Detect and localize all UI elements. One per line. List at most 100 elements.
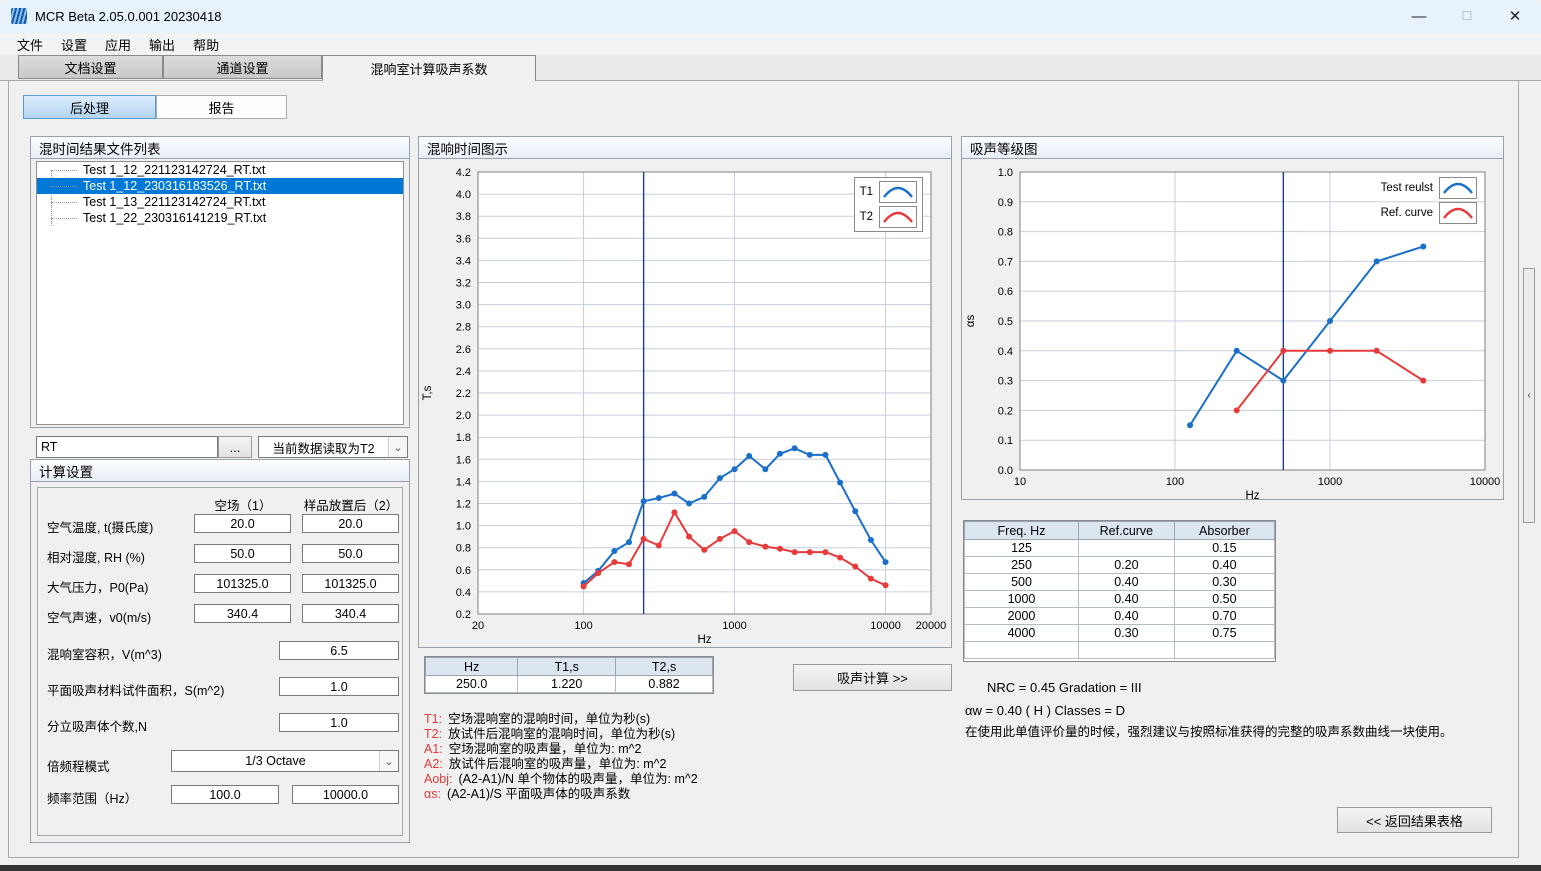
table-row: 2500.200.40 (965, 557, 1275, 574)
freq-max-input[interactable] (292, 785, 399, 804)
svg-text:3.8: 3.8 (456, 211, 471, 223)
svg-text:2.0: 2.0 (456, 410, 471, 422)
rt-result-table: HzT1,sT2,s250.01.2200.882 (425, 657, 713, 693)
menu-item-输出[interactable]: 输出 (140, 33, 184, 56)
freq-min-input[interactable] (171, 785, 279, 804)
table-cell: 0.40 (1174, 557, 1274, 574)
note-text: (A2-A1)/S 平面吸声体的吸声系数 (447, 787, 630, 801)
menu-item-设置[interactable]: 设置 (52, 33, 96, 56)
svg-text:0.8: 0.8 (998, 227, 1013, 239)
table-row: 20000.400.70 (965, 608, 1275, 625)
tab-strip: 文档设置通道设置混响室计算吸声系数 (0, 55, 1541, 81)
file-item[interactable]: Test 1_12_230316183526_RT.txt (37, 178, 403, 194)
table-cell: 1000 (965, 591, 1079, 608)
table-cell: 0.40 (1078, 574, 1174, 591)
note-text: 空场混响室的混响时间，单位为秒(s) (448, 712, 650, 726)
svg-text:Hz: Hz (1245, 490, 1259, 499)
tab-postprocess[interactable]: 后处理 (23, 95, 156, 119)
note-line: Aobj:(A2-A1)/N 单个物体的吸声量，单位为: m^2 (424, 772, 698, 787)
table-cell: 0.70 (1174, 608, 1274, 625)
data-read-dropdown[interactable]: 当前数据读取为T2 ⌄ (258, 436, 408, 458)
table-cell: 0.75 (1174, 625, 1274, 642)
table-row: 125 0.15 (965, 540, 1275, 557)
svg-text:3.4: 3.4 (456, 255, 471, 267)
header-row: Freq. HzRef.curveAbsorber (965, 522, 1275, 540)
file-item[interactable]: Test 1_22_230316141219_RT.txt (37, 210, 403, 226)
svg-text:αs: αs (965, 315, 977, 328)
table-cell (1078, 540, 1174, 557)
file-item[interactable]: Test 1_13_221123142724_RT.txt (37, 194, 403, 210)
chart-legend: Test reulstRef. curve (1381, 177, 1477, 224)
menu-item-应用[interactable]: 应用 (96, 33, 140, 56)
table-row: 10000.400.50 (965, 591, 1275, 608)
rt-name-input[interactable] (36, 436, 218, 458)
legend-curve-icon (879, 181, 917, 203)
table-row (965, 642, 1275, 659)
field-label: 大气压力，P0(Pa) (47, 577, 148, 596)
table-cell (1078, 642, 1174, 659)
svg-text:4.0: 4.0 (456, 189, 471, 201)
back-to-results-button[interactable]: << 返回结果表格 (1337, 807, 1492, 833)
svg-text:3.0: 3.0 (456, 300, 471, 312)
field-input[interactable] (194, 514, 291, 533)
field-input[interactable] (194, 604, 291, 623)
svg-text:100: 100 (574, 620, 592, 632)
table-cell: 0.40 (1078, 608, 1174, 625)
panel-title: 混响时间图示 (419, 137, 951, 159)
menu-bar: 文件设置应用输出帮助 (0, 33, 1541, 55)
tab-3[interactable]: 混响室计算吸声系数 (322, 55, 536, 81)
note-key: T2: (424, 727, 442, 741)
note-key: T1: (424, 712, 442, 726)
maximize-button[interactable]: ☐ (1446, 0, 1488, 32)
rt-result-table-wrap: HzT1,sT2,s250.01.2200.882 (424, 656, 714, 694)
close-button[interactable]: ✕ (1494, 0, 1536, 32)
legend-label: Test reulst (1381, 182, 1433, 194)
menu-item-文件[interactable]: 文件 (8, 33, 52, 56)
tab-report[interactable]: 报告 (156, 95, 287, 119)
field-input[interactable] (194, 544, 291, 563)
field-input[interactable] (279, 677, 399, 696)
table-cell: 250.0 (426, 676, 518, 693)
svg-text:20000: 20000 (916, 620, 947, 632)
collapse-panel-button[interactable]: ‹ (1523, 268, 1535, 523)
svg-text:1.8: 1.8 (456, 432, 471, 444)
table-row: 5000.400.30 (965, 574, 1275, 591)
legend-curve-icon (1439, 177, 1477, 199)
file-list[interactable]: Test 1_12_221123142724_RT.txtTest 1_12_2… (36, 161, 404, 425)
svg-text:4.2: 4.2 (456, 167, 471, 179)
file-item[interactable]: Test 1_12_221123142724_RT.txt (37, 162, 403, 178)
menu-item-帮助[interactable]: 帮助 (184, 33, 228, 56)
grade-table-wrap: Freq. HzRef.curveAbsorber125 0.152500.20… (963, 520, 1276, 662)
field-input[interactable] (302, 574, 399, 593)
tab-2[interactable]: 通道设置 (163, 55, 322, 79)
field-input[interactable] (279, 641, 399, 660)
field-input[interactable] (279, 713, 399, 732)
browse-button[interactable]: ... (218, 436, 252, 458)
chevron-down-icon: ⌄ (379, 751, 398, 771)
svg-text:0.2: 0.2 (998, 405, 1013, 417)
svg-text:2.2: 2.2 (456, 388, 471, 400)
tree-connector (51, 185, 77, 187)
note-line: αs:(A2-A1)/S 平面吸声体的吸声系数 (424, 787, 698, 802)
svg-text:0.1: 0.1 (998, 435, 1013, 447)
minimize-button[interactable]: — (1398, 0, 1440, 32)
field-label: 空气声速，v0(m/s) (47, 607, 151, 626)
svg-text:1000: 1000 (722, 620, 746, 632)
svg-text:1000: 1000 (1318, 476, 1342, 488)
tab-1[interactable]: 文档设置 (18, 55, 163, 79)
absorb-calc-button[interactable]: 吸声计算 >> (793, 664, 952, 691)
field-input[interactable] (302, 604, 399, 623)
field-input[interactable] (302, 514, 399, 533)
svg-text:1.0: 1.0 (998, 167, 1013, 179)
note-key: A2: (424, 757, 443, 771)
field-input[interactable] (302, 544, 399, 563)
note-line: A1:空场混响室的吸声量，单位为: m^2 (424, 742, 698, 757)
grade-table: Freq. HzRef.curveAbsorber125 0.152500.20… (964, 521, 1275, 659)
panel-title: 计算设置 (31, 460, 409, 482)
table-cell: 4000 (965, 625, 1079, 642)
field-input[interactable] (194, 574, 291, 593)
legend-label: T1 (860, 186, 873, 198)
field-label: 平面吸声材料试件面积，S(m^2) (47, 680, 224, 699)
column-header: Freq. Hz (965, 522, 1079, 540)
octave-mode-dropdown[interactable]: 1/3 Octave ⌄ (171, 750, 399, 772)
